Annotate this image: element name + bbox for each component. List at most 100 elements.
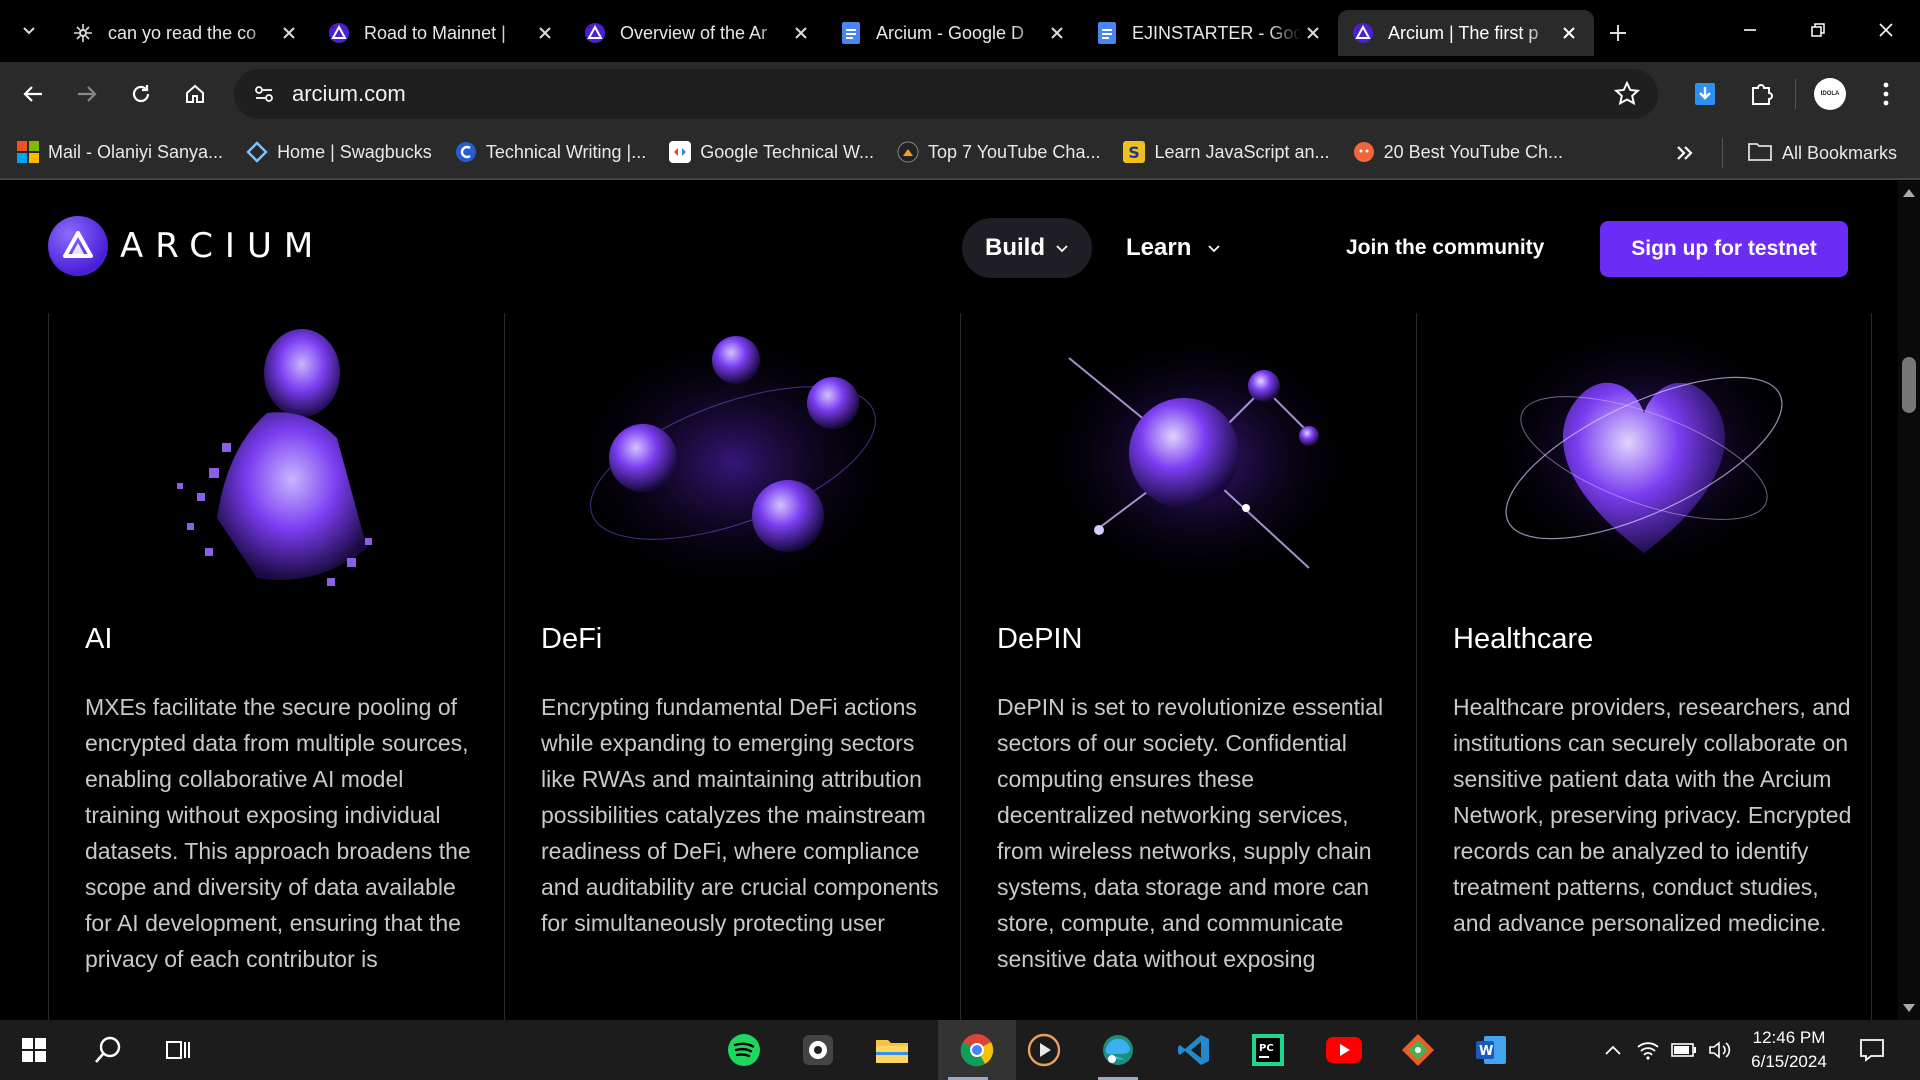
- tab-0[interactable]: can yo read the co: [58, 10, 314, 56]
- close-icon[interactable]: [1046, 22, 1068, 44]
- bookmark-item[interactable]: Technical Writing |...: [454, 140, 646, 164]
- s-icon: S: [1122, 140, 1146, 164]
- forward-button[interactable]: [60, 67, 114, 121]
- profile-button[interactable]: IDOLA: [1802, 66, 1858, 122]
- join-community-label: Join the community: [1346, 236, 1545, 259]
- extensions-button[interactable]: [1733, 66, 1789, 122]
- window-controls: [1716, 0, 1920, 60]
- chevron-down-icon: [1056, 245, 1068, 253]
- google-docs-icon: [840, 22, 862, 44]
- tab-title: Arcium | The first p: [1388, 22, 1539, 43]
- arcium-logo-icon: [48, 216, 108, 276]
- tab-title: Road to Mainnet |: [364, 22, 506, 43]
- nav-learn-dropdown[interactable]: Learn: [1126, 218, 1221, 278]
- new-tab-button[interactable]: [1594, 10, 1642, 56]
- close-icon[interactable]: [790, 22, 812, 44]
- back-button[interactable]: [6, 67, 60, 121]
- bookmark-item[interactable]: Top 7 YouTube Cha...: [896, 140, 1100, 164]
- ai-illustration: [49, 313, 504, 613]
- notification-icon: [1860, 1039, 1884, 1062]
- sign-up-testnet-button[interactable]: Sign up for testnet: [1600, 221, 1848, 277]
- search-button[interactable]: [78, 1020, 138, 1080]
- youtube-app[interactable]: [1314, 1020, 1374, 1080]
- tab-1[interactable]: Road to Mainnet |: [314, 10, 570, 56]
- clock-date: 6/15/2024: [1751, 1052, 1827, 1071]
- scroll-down-arrow[interactable]: [1903, 1004, 1915, 1012]
- minimize-button[interactable]: [1716, 0, 1784, 60]
- reload-icon: [132, 85, 150, 103]
- url-text[interactable]: arcium.com: [292, 81, 406, 107]
- nav-build-dropdown[interactable]: Build: [962, 218, 1092, 278]
- vscode-app[interactable]: [1164, 1020, 1224, 1080]
- bookmark-item[interactable]: Mail - Olaniyi Sanya...: [16, 140, 223, 164]
- svg-text:PC: PC: [1259, 1043, 1274, 1054]
- google-icon: [668, 140, 692, 164]
- plus-icon: [1610, 25, 1626, 41]
- nav-build-label: Build: [985, 234, 1045, 261]
- search-icon: [95, 1036, 121, 1063]
- double-chevron-right-icon: [1677, 146, 1693, 160]
- use-case-card-ai: AI MXEs facilitate the secure pooling of…: [48, 313, 504, 1020]
- pycharm-app[interactable]: PC: [1238, 1020, 1298, 1080]
- close-icon[interactable]: [1558, 22, 1580, 44]
- all-bookmarks-button[interactable]: All Bookmarks: [1748, 126, 1897, 180]
- tab-3[interactable]: Arcium - Google D: [826, 10, 1082, 56]
- close-window-button[interactable]: [1852, 0, 1920, 60]
- bookmark-item[interactable]: Google Technical W...: [668, 140, 874, 164]
- reload-button[interactable]: [114, 67, 168, 121]
- tab-4[interactable]: EJINSTARTER - Goo: [1082, 10, 1338, 56]
- scrollbar-thumb[interactable]: [1902, 357, 1916, 413]
- taskbar-clock[interactable]: 12:46 PM 6/15/2024: [1734, 1026, 1844, 1074]
- bookmark-item[interactable]: 20 Best YouTube Ch...: [1352, 140, 1563, 164]
- media-app[interactable]: [788, 1020, 848, 1080]
- task-view-button[interactable]: [148, 1020, 208, 1080]
- home-button[interactable]: [168, 67, 222, 121]
- orange-circle-icon: [1352, 140, 1376, 164]
- close-icon: [1879, 23, 1893, 37]
- menu-button[interactable]: [1858, 66, 1914, 122]
- close-icon[interactable]: [278, 22, 300, 44]
- all-bookmarks-label: All Bookmarks: [1782, 142, 1898, 163]
- avatar: IDOLA: [1814, 78, 1846, 110]
- notifications-button[interactable]: [1842, 1020, 1902, 1080]
- close-icon[interactable]: [534, 22, 556, 44]
- tab-2[interactable]: Overview of the Ar: [570, 10, 826, 56]
- git-app[interactable]: [1388, 1020, 1448, 1080]
- page-scrollbar[interactable]: [1898, 181, 1920, 1020]
- file-explorer-app[interactable]: [862, 1020, 922, 1080]
- gear-flower-icon: [72, 22, 94, 44]
- volume-icon[interactable]: [1702, 1040, 1738, 1060]
- tray-overflow-button[interactable]: [1596, 1044, 1630, 1056]
- browser-toolbar: arcium.com IDOLA: [0, 62, 1920, 126]
- word-app[interactable]: W: [1462, 1020, 1522, 1080]
- chrome-app[interactable]: [938, 1020, 1016, 1080]
- page-viewport: ARCIUM Build Learn Join the community Si…: [0, 181, 1898, 1020]
- chevron-down-icon: [23, 27, 35, 35]
- restore-button[interactable]: [1784, 0, 1852, 60]
- nav-learn-label: Learn: [1126, 234, 1192, 261]
- media-player-app[interactable]: [1014, 1020, 1074, 1080]
- more-bookmarks-button[interactable]: [1674, 138, 1696, 173]
- minimize-icon: [1744, 29, 1756, 31]
- edge-app[interactable]: [1088, 1020, 1148, 1080]
- start-button[interactable]: [4, 1020, 64, 1080]
- arcium-logo[interactable]: ARCIUM: [48, 216, 325, 276]
- bookmark-star-icon[interactable]: [1613, 80, 1641, 112]
- battery-icon[interactable]: [1666, 1043, 1702, 1057]
- bookmarks-bar: Mail - Olaniyi Sanya... Home | Swagbucks…: [0, 126, 1920, 180]
- spotify-app[interactable]: [714, 1020, 774, 1080]
- tab-5-active[interactable]: Arcium | The first p: [1338, 10, 1594, 56]
- bookmark-label: 20 Best YouTube Ch...: [1383, 141, 1564, 162]
- bookmark-item[interactable]: S Learn JavaScript an...: [1122, 140, 1330, 164]
- join-community-link[interactable]: Join the community: [1346, 218, 1544, 278]
- wifi-icon[interactable]: [1630, 1040, 1666, 1060]
- close-icon[interactable]: [1302, 22, 1324, 44]
- scroll-up-arrow[interactable]: [1903, 189, 1915, 197]
- bookmark-item[interactable]: Home | Swagbucks: [245, 140, 432, 164]
- site-info-button[interactable]: [240, 69, 288, 119]
- bookmark-label: Technical Writing |...: [485, 141, 647, 162]
- address-bar[interactable]: arcium.com: [234, 69, 1658, 119]
- downloads-button[interactable]: [1677, 66, 1733, 122]
- edge-icon: [1103, 1035, 1133, 1065]
- tab-search-button[interactable]: [0, 0, 58, 62]
